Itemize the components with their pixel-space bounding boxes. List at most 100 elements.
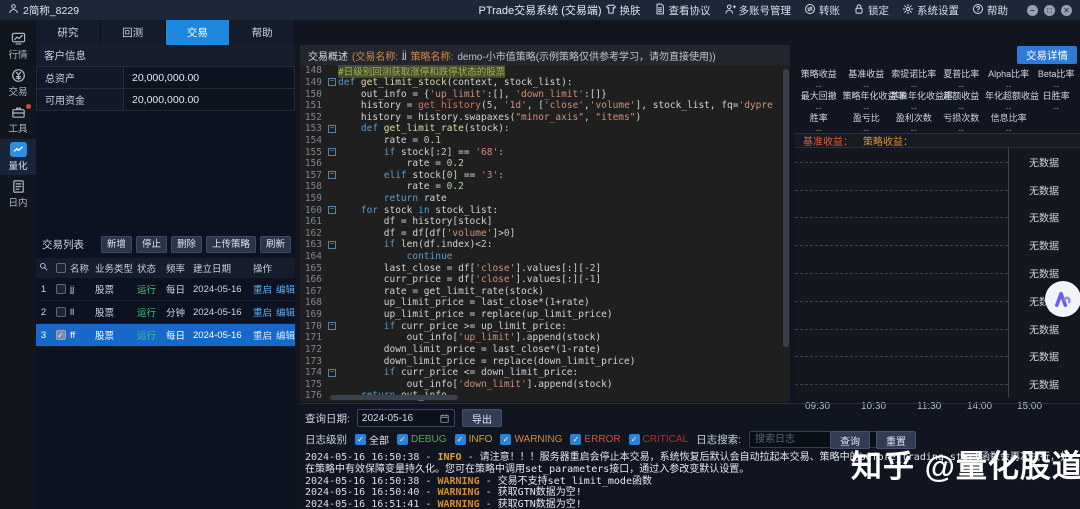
log-level-INFO[interactable]: ✓ INFO: [454, 432, 492, 447]
fold-collapse-icon[interactable]: −: [328, 368, 336, 377]
metric-cell[interactable]: Alpha比率 --: [985, 67, 1032, 91]
fold-collapse-icon[interactable]: −: [328, 124, 336, 133]
metric-cell[interactable]: 基准年化收益率 --: [890, 89, 953, 113]
menu-item-lock[interactable]: 锁定: [853, 3, 889, 18]
log-level-全部[interactable]: ✓ 全部: [355, 432, 389, 447]
fold-marker[interactable]: −: [326, 368, 338, 377]
fold-collapse-icon[interactable]: −: [328, 171, 336, 180]
trade-list-button[interactable]: 刷新: [259, 235, 291, 253]
table-row[interactable]: 2 ll 股票 运行 分钟 2024-05-16 重启 编辑: [36, 301, 295, 324]
row-checkbox[interactable]: ✓: [51, 330, 70, 340]
sidebar-item-quant[interactable]: 量化: [0, 139, 36, 175]
checkbox-checked[interactable]: ✓: [628, 434, 640, 445]
close-button[interactable]: ✕: [1061, 4, 1072, 16]
metric-cell[interactable]: 信息比率 --: [985, 111, 1032, 135]
log-level-WARNING[interactable]: ✓ WARNING: [500, 432, 562, 447]
tab-研究[interactable]: 研究: [36, 20, 101, 45]
metric-cell[interactable]: 年化超额收益 --: [985, 89, 1039, 113]
table-row[interactable]: 1 jj 股票 运行 每日 2024-05-16 重启 编辑: [36, 278, 295, 301]
metric-cell[interactable]: 盈亏比 --: [842, 111, 889, 135]
log-level-ERROR[interactable]: ✓ ERROR: [570, 432, 621, 447]
trade-list-button[interactable]: 新增: [100, 235, 132, 253]
menu-item-skin[interactable]: 换肤: [605, 3, 641, 18]
tab-帮助[interactable]: 帮助: [230, 20, 295, 45]
menu-item-transfer[interactable]: 转账: [804, 3, 840, 18]
metric-cell[interactable]: 亏损次数 --: [937, 111, 984, 135]
fold-marker[interactable]: −: [326, 124, 338, 133]
fold-marker[interactable]: −: [326, 240, 338, 249]
checkbox[interactable]: [55, 262, 66, 273]
checkbox[interactable]: [55, 307, 66, 317]
menu-item-help[interactable]: 帮助: [972, 3, 1008, 18]
fold-collapse-icon[interactable]: −: [328, 240, 336, 249]
maximize-button[interactable]: □: [1044, 4, 1055, 16]
metric-cell[interactable]: 策略年化收益率 --: [842, 89, 905, 113]
select-all-checkbox[interactable]: [51, 262, 70, 273]
metric-cell[interactable]: 胜率 --: [795, 111, 842, 135]
trade-list-button[interactable]: 上传策略: [205, 235, 256, 253]
sidebar-item-intraday[interactable]: 日内: [0, 176, 36, 212]
action-link-重启[interactable]: 重启: [253, 285, 272, 296]
tab-回测[interactable]: 回测: [101, 20, 166, 45]
sidebar-item-market[interactable]: 行情: [0, 28, 36, 64]
editor-vertical-scrollbar[interactable]: [783, 69, 789, 347]
metric-cell[interactable]: 夏普比率 --: [937, 67, 984, 91]
metric-cell[interactable]: 索提诺比率 --: [890, 67, 937, 91]
fold-marker[interactable]: −: [326, 206, 338, 215]
account-switcher[interactable]: 2简称_8229: [0, 3, 79, 18]
code-area[interactable]: 148 #日级别回测获取涨停和跌停状态的股票 149− def get_limit_s…: [300, 65, 782, 402]
fold-marker[interactable]: −: [326, 148, 338, 157]
menu-item-gear[interactable]: 系统设置: [902, 3, 959, 18]
action-link-编辑[interactable]: 编辑: [276, 331, 295, 342]
menu-item-doc[interactable]: 查看协议: [654, 3, 711, 18]
fold-marker[interactable]: −: [326, 171, 338, 180]
metric-cell[interactable]: 基准收益 --: [842, 67, 889, 91]
checkbox-checked[interactable]: ✓: [500, 434, 512, 445]
top-bar: 2简称_8229 PTrade交易系统 (交易端) 换肤 查看协议 多账号管理 转账 锁…: [0, 0, 1080, 20]
assistant-float-button[interactable]: [1045, 281, 1080, 317]
metric-cell[interactable]: 日胜率 --: [1032, 89, 1079, 113]
tab-交易[interactable]: 交易: [165, 20, 231, 45]
trade-list-button[interactable]: 停止: [135, 235, 167, 253]
checkbox[interactable]: ✓: [55, 330, 66, 340]
code-line: 166 curr_price = df['close'].values[:][-…: [300, 274, 782, 286]
checkbox-checked[interactable]: ✓: [355, 434, 366, 445]
query-date-input[interactable]: 2024-05-16: [356, 409, 455, 427]
fold-collapse-icon[interactable]: −: [328, 322, 336, 331]
metric-cell[interactable]: 超额收益 --: [937, 89, 984, 113]
action-link-编辑[interactable]: 编辑: [276, 285, 295, 296]
search-icon[interactable]: [36, 261, 51, 275]
trade-detail-button[interactable]: 交易详情: [1017, 46, 1077, 64]
minimize-button[interactable]: –: [1027, 4, 1038, 16]
export-button[interactable]: 导出: [461, 409, 502, 427]
checkbox-checked[interactable]: ✓: [397, 434, 408, 445]
fold-marker[interactable]: −: [326, 322, 338, 331]
metric-cell[interactable]: Beta比率 --: [1032, 67, 1079, 91]
sidebar-item-tools[interactable]: 工具: [0, 102, 36, 138]
metric-cell[interactable]: 策略收益 --: [795, 67, 842, 91]
code-text: if curr_price >= up_limit_price:: [383, 320, 567, 332]
metric-cell[interactable]: 盈利次数 --: [890, 111, 937, 135]
log-level-CRITICAL[interactable]: ✓ CRITICAL: [628, 432, 688, 447]
line-number: 168: [304, 297, 322, 309]
checkbox[interactable]: [55, 284, 66, 294]
row-checkbox[interactable]: [51, 284, 70, 294]
fold-collapse-icon[interactable]: −: [328, 78, 336, 87]
menu-item-users[interactable]: 多账号管理: [724, 3, 791, 18]
fold-marker[interactable]: −: [326, 78, 338, 87]
table-row[interactable]: 3 ✓ ff 股票 运行 每日 2024-05-16 重启 编辑: [36, 324, 295, 347]
cell-type: 股票: [95, 331, 115, 342]
row-checkbox[interactable]: [51, 307, 70, 317]
trade-list-button[interactable]: 删除: [170, 235, 202, 253]
log-level-DEBUG[interactable]: ✓ DEBUG: [397, 432, 447, 447]
fold-collapse-icon[interactable]: −: [328, 148, 336, 157]
action-link-编辑[interactable]: 编辑: [276, 308, 295, 319]
action-link-重启[interactable]: 重启: [253, 331, 272, 342]
action-link-重启[interactable]: 重启: [253, 308, 272, 319]
metric-cell[interactable]: 最大回撤 --: [795, 89, 842, 113]
editor-horizontal-scrollbar[interactable]: [330, 395, 458, 400]
checkbox-checked[interactable]: ✓: [454, 434, 466, 445]
fold-collapse-icon[interactable]: −: [328, 206, 336, 215]
sidebar-item-trade[interactable]: 交易: [0, 65, 36, 101]
checkbox-checked[interactable]: ✓: [570, 434, 582, 445]
